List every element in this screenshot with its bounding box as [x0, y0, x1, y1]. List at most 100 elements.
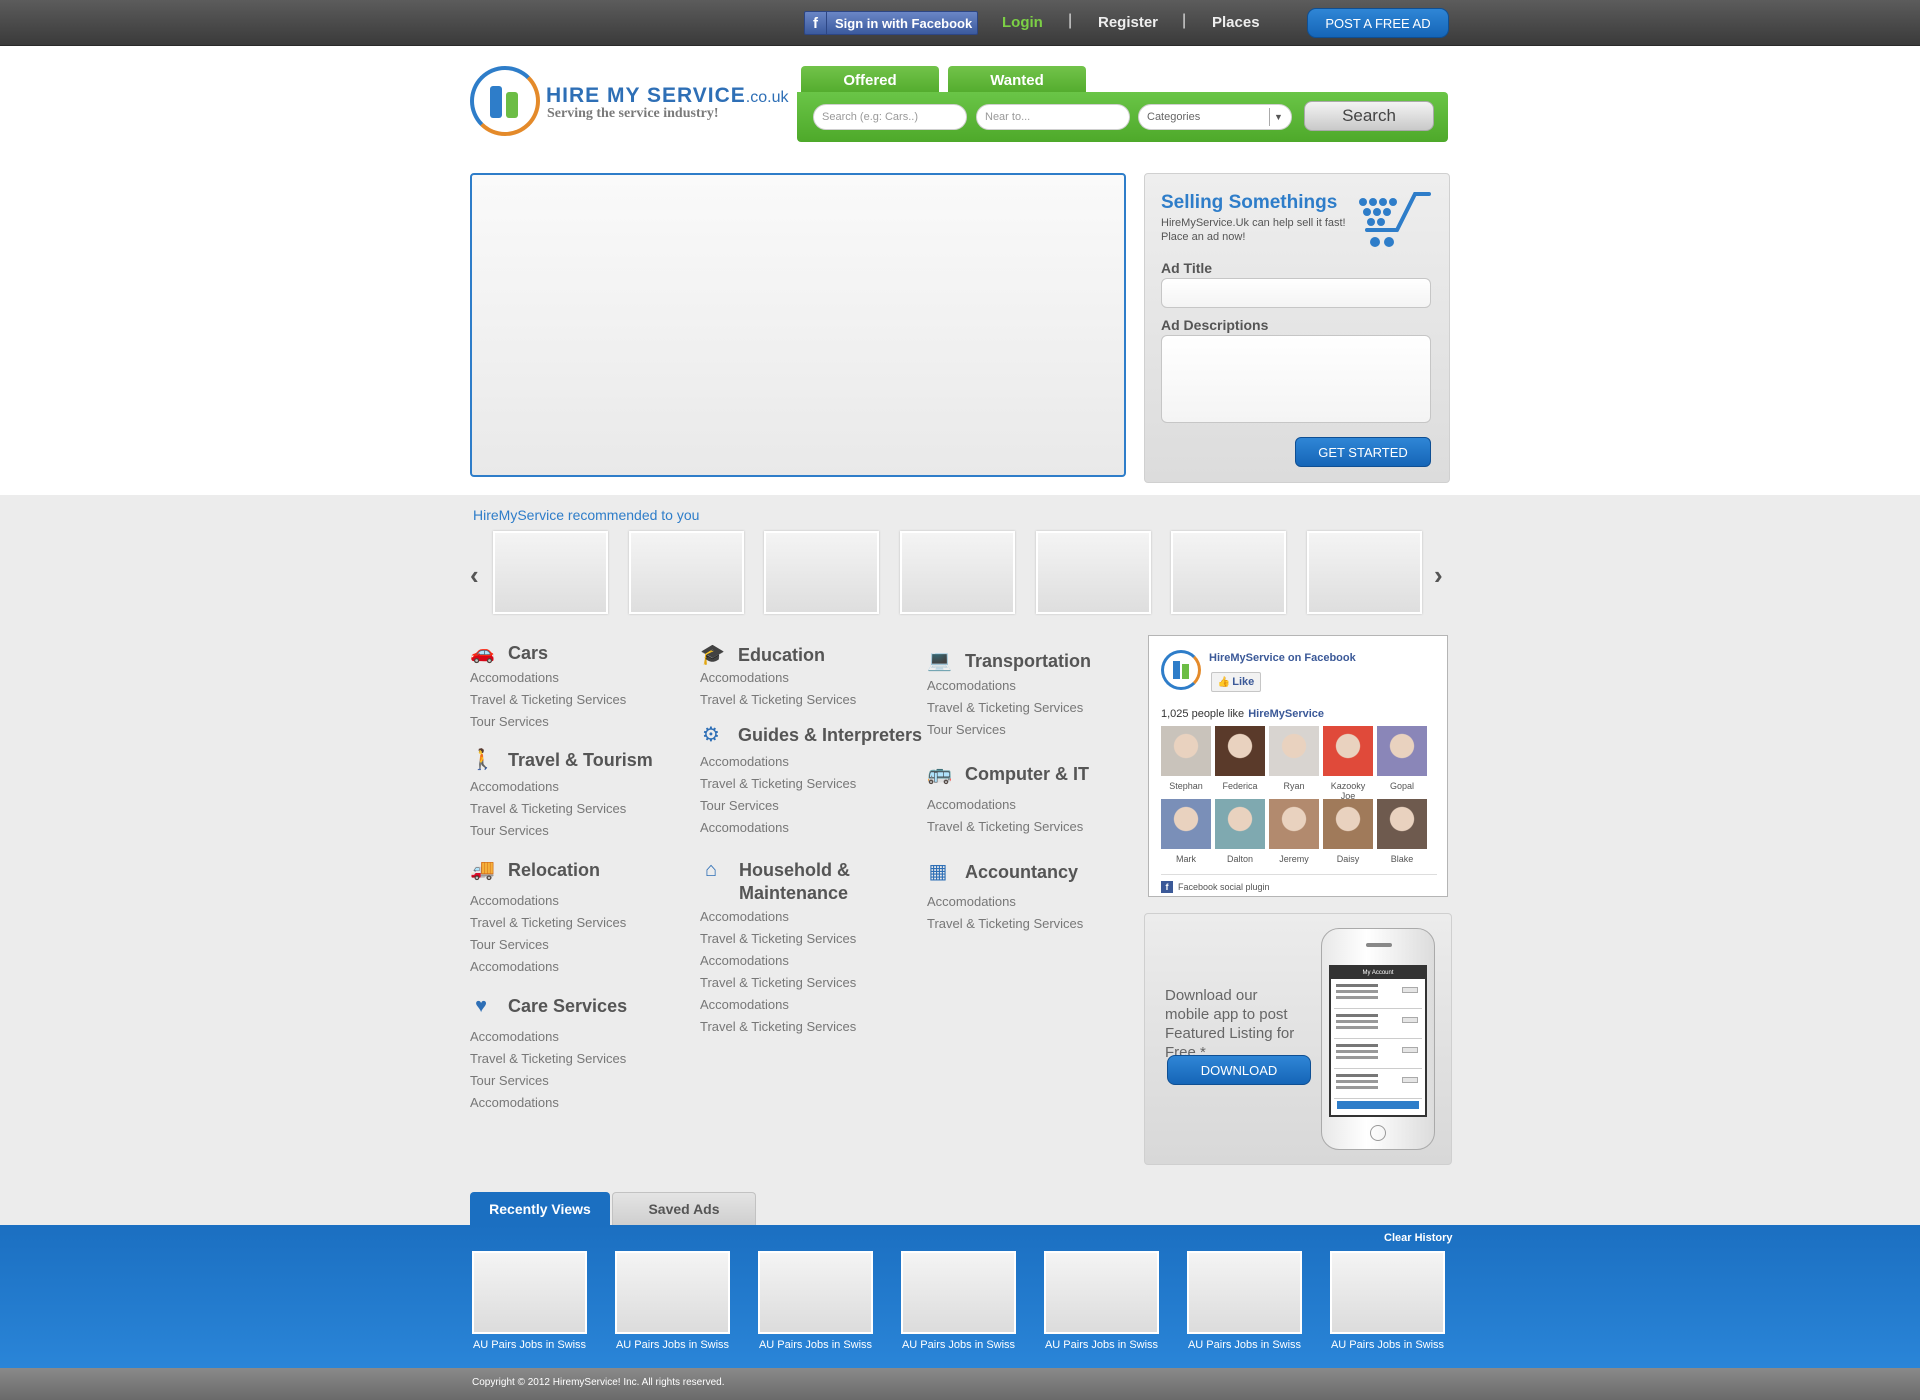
category-title[interactable]: Household & — [739, 860, 850, 881]
facebook-page-name[interactable]: HireMyService on Facebook — [1209, 652, 1356, 664]
category-link[interactable]: Accomodations — [700, 997, 789, 1012]
recommended-thumbnail[interactable] — [629, 531, 744, 614]
recent-item-thumbnail[interactable] — [1330, 1251, 1445, 1334]
category-title[interactable]: Accountancy — [965, 862, 1078, 883]
recent-item-caption[interactable]: AU Pairs Jobs in Swiss — [901, 1339, 1016, 1351]
category-link[interactable]: Accomodations — [927, 678, 1016, 693]
fan-name[interactable]: Gopal — [1377, 781, 1427, 791]
recent-item-thumbnail[interactable] — [901, 1251, 1016, 1334]
category-link[interactable]: Tour Services — [700, 798, 779, 813]
recent-item-thumbnail[interactable] — [758, 1251, 873, 1334]
fan-name[interactable]: Daisy — [1323, 854, 1373, 864]
category-title[interactable]: Relocation — [508, 860, 600, 881]
post-free-ad-button[interactable]: POST A FREE AD — [1307, 8, 1449, 38]
recent-item-caption[interactable]: AU Pairs Jobs in Swiss — [1044, 1339, 1159, 1351]
category-link[interactable]: Travel & Ticketing Services — [700, 692, 856, 707]
category-title[interactable]: Transportation — [965, 651, 1091, 672]
facebook-signin-button[interactable]: f Sign in with Facebook — [804, 11, 978, 35]
category-link[interactable]: Travel & Ticketing Services — [470, 801, 626, 816]
fan-avatar[interactable] — [1269, 726, 1319, 776]
recent-item-caption[interactable]: AU Pairs Jobs in Swiss — [1330, 1339, 1445, 1351]
category-link[interactable]: Travel & Ticketing Services — [700, 1019, 856, 1034]
register-link[interactable]: Register — [1098, 14, 1158, 31]
category-link[interactable]: Accomodations — [927, 797, 1016, 812]
recent-item-caption[interactable]: AU Pairs Jobs in Swiss — [472, 1339, 587, 1351]
category-link[interactable]: Accomodations — [470, 959, 559, 974]
fan-name[interactable]: Kazooky Joe — [1323, 781, 1373, 801]
category-link[interactable]: Accomodations — [700, 670, 789, 685]
category-link[interactable]: Accomodations — [470, 1095, 559, 1110]
category-title[interactable]: Guides & Interpreters — [738, 725, 922, 746]
fan-avatar[interactable] — [1215, 799, 1265, 849]
fan-avatar[interactable] — [1323, 799, 1373, 849]
tab-saved-ads[interactable]: Saved Ads — [612, 1192, 756, 1225]
category-link[interactable]: Travel & Ticketing Services — [700, 776, 856, 791]
recent-item-thumbnail[interactable] — [615, 1251, 730, 1334]
recommended-thumbnail[interactable] — [764, 531, 879, 614]
category-link[interactable]: Travel & Ticketing Services — [927, 916, 1083, 931]
recent-item-caption[interactable]: AU Pairs Jobs in Swiss — [615, 1339, 730, 1351]
tab-offered[interactable]: Offered — [801, 66, 939, 94]
download-button[interactable]: DOWNLOAD — [1167, 1055, 1311, 1085]
recent-item-caption[interactable]: AU Pairs Jobs in Swiss — [758, 1339, 873, 1351]
clear-history-link[interactable]: Clear History — [1384, 1232, 1452, 1244]
recommended-thumbnail[interactable] — [1307, 531, 1422, 614]
fan-name[interactable]: Ryan — [1269, 781, 1319, 791]
tab-wanted[interactable]: Wanted — [948, 66, 1086, 94]
category-select[interactable]: Categories ▼ — [1138, 104, 1292, 130]
category-link[interactable]: Accomodations — [700, 909, 789, 924]
location-input[interactable]: Near to... — [976, 104, 1130, 130]
category-link[interactable]: Tour Services — [470, 714, 549, 729]
category-title[interactable]: Education — [738, 645, 825, 666]
recent-item-thumbnail[interactable] — [1187, 1251, 1302, 1334]
fan-name[interactable]: Stephan — [1161, 781, 1211, 791]
category-link[interactable]: Tour Services — [470, 937, 549, 952]
fan-avatar[interactable] — [1161, 726, 1211, 776]
category-link[interactable]: Accomodations — [700, 754, 789, 769]
ad-title-input[interactable] — [1161, 278, 1431, 308]
category-title[interactable]: Travel & Tourism — [508, 750, 653, 771]
recommended-thumbnail[interactable] — [1171, 531, 1286, 614]
recent-item-thumbnail[interactable] — [1044, 1251, 1159, 1334]
category-link[interactable]: Accomodations — [470, 1029, 559, 1044]
carousel-prev-icon[interactable]: ‹ — [470, 560, 479, 591]
category-link[interactable]: Accomodations — [927, 894, 1016, 909]
category-link[interactable]: Accomodations — [700, 953, 789, 968]
category-link[interactable]: Travel & Ticketing Services — [927, 700, 1083, 715]
category-link[interactable]: Tour Services — [470, 823, 549, 838]
category-link[interactable]: Travel & Ticketing Services — [470, 915, 626, 930]
fan-name[interactable]: Jeremy — [1269, 854, 1319, 864]
recent-item-caption[interactable]: AU Pairs Jobs in Swiss — [1187, 1339, 1302, 1351]
fan-name[interactable]: Mark — [1161, 854, 1211, 864]
featured-slider[interactable] — [470, 173, 1126, 477]
category-link[interactable]: Accomodations — [470, 670, 559, 685]
category-link[interactable]: Travel & Ticketing Services — [927, 819, 1083, 834]
category-title[interactable]: Maintenance — [739, 883, 848, 904]
fan-avatar[interactable] — [1323, 726, 1373, 776]
recent-item-thumbnail[interactable] — [472, 1251, 587, 1334]
fan-avatar[interactable] — [1215, 726, 1265, 776]
fan-avatar[interactable] — [1161, 799, 1211, 849]
category-link[interactable]: Tour Services — [927, 722, 1006, 737]
login-link[interactable]: Login — [1002, 14, 1043, 31]
fan-name[interactable]: Dalton — [1215, 854, 1265, 864]
category-link[interactable]: Travel & Ticketing Services — [700, 975, 856, 990]
like-count-page[interactable]: HireMyService — [1248, 708, 1324, 720]
fan-name[interactable]: Federica — [1215, 781, 1265, 791]
search-button[interactable]: Search — [1304, 101, 1434, 131]
carousel-next-icon[interactable]: › — [1434, 560, 1443, 591]
category-title[interactable]: Computer & IT — [965, 764, 1089, 785]
recommended-thumbnail[interactable] — [1036, 531, 1151, 614]
recommended-thumbnail[interactable] — [900, 531, 1015, 614]
category-title[interactable]: Cars — [508, 643, 548, 664]
category-link[interactable]: Travel & Ticketing Services — [470, 692, 626, 707]
places-link[interactable]: Places — [1212, 14, 1260, 31]
category-link[interactable]: Accomodations — [700, 820, 789, 835]
category-link[interactable]: Travel & Ticketing Services — [470, 1051, 626, 1066]
recommended-thumbnail[interactable] — [493, 531, 608, 614]
search-input[interactable]: Search (e.g: Cars..) — [813, 104, 967, 130]
fan-avatar[interactable] — [1377, 726, 1427, 776]
category-link[interactable]: Accomodations — [470, 779, 559, 794]
category-link[interactable]: Accomodations — [470, 893, 559, 908]
fan-avatar[interactable] — [1377, 799, 1427, 849]
